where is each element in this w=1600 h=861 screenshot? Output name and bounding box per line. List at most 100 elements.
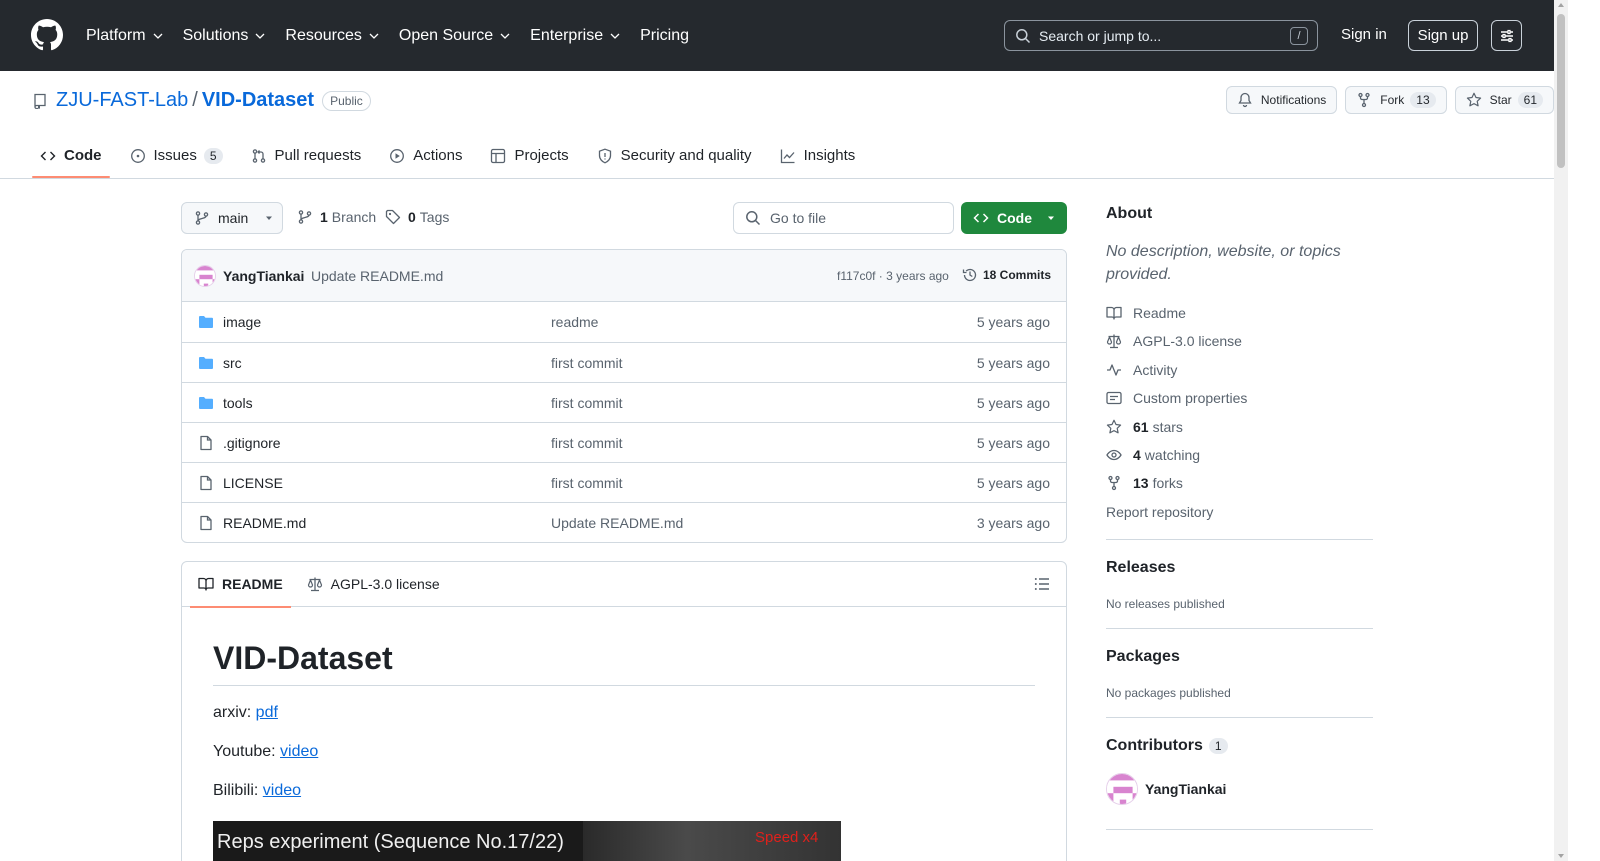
packages-empty: No packages published [1106, 686, 1231, 700]
nav-solutions[interactable]: Solutions [183, 27, 267, 45]
list-icon[interactable] [1034, 576, 1050, 592]
branches-link[interactable]: 1 Branch [297, 209, 376, 225]
branch-selector[interactable]: main [181, 202, 283, 234]
custom-properties-link[interactable]: Custom properties [1106, 390, 1247, 406]
search-input[interactable]: Search or jump to... / [1004, 20, 1318, 51]
bilibili-video-link[interactable]: video [263, 782, 301, 799]
tag-label: Tags [419, 209, 450, 225]
avatar[interactable] [1106, 773, 1138, 805]
readme-title: VID-Dataset [213, 640, 1035, 686]
graph-icon [780, 149, 795, 163]
file-name[interactable]: LICENSE [223, 475, 283, 491]
tab-readme[interactable]: README [190, 562, 291, 608]
avatar[interactable] [194, 265, 216, 287]
watching-link[interactable]: 4 watching [1106, 447, 1200, 463]
commit-hash-time[interactable]: f117c0f · 3 years ago [837, 269, 949, 283]
readme-image[interactable]: Reps experiment (Sequence No.17/22) Spee… [213, 821, 841, 861]
file-date: 3 years ago [976, 515, 1050, 531]
file-name[interactable]: .gitignore [223, 435, 281, 451]
file-commit-message[interactable]: readme [551, 314, 598, 330]
tab-issues[interactable]: Issues 5 [122, 133, 231, 178]
file-name[interactable]: README.md [223, 515, 306, 531]
repo-tabs: Code Issues 5 Pull requests Actions Proj… [32, 133, 875, 178]
tab-license[interactable]: AGPL-3.0 license [299, 562, 448, 607]
scrollbar[interactable] [1554, 0, 1568, 861]
issue-icon [130, 148, 145, 163]
file-row[interactable]: LICENSE first commit 5 years ago [182, 462, 1066, 502]
readme-link[interactable]: Readme [1106, 305, 1186, 321]
commit-message[interactable]: Update README.md [311, 268, 443, 284]
repo-owner-link[interactable]: ZJU-FAST-Lab [56, 89, 188, 112]
sign-up-button[interactable]: Sign up [1408, 20, 1478, 51]
tab-code[interactable]: Code [32, 133, 110, 178]
folder-icon [199, 316, 213, 328]
contributor-name[interactable]: YangTiankai [1145, 781, 1226, 797]
latest-commit-bar: YangTiankai Update README.md f117c0f · 3… [182, 250, 1066, 302]
star-button[interactable]: Star 61 [1454, 86, 1554, 114]
packages-heading[interactable]: Packages [1106, 648, 1180, 666]
line-label: Youtube: [213, 743, 281, 760]
fork-icon [1108, 475, 1120, 491]
scroll-down-arrow-icon[interactable] [1558, 854, 1564, 858]
tags-link[interactable]: 0 Tags [385, 209, 449, 225]
file-date: 5 years ago [976, 355, 1050, 371]
file-commit-message[interactable]: first commit [551, 475, 623, 491]
file-row[interactable]: tools first commit 5 years ago [182, 382, 1066, 422]
github-logo-icon[interactable] [31, 19, 63, 51]
menu-button[interactable] [1491, 20, 1522, 51]
tab-projects[interactable]: Projects [482, 133, 576, 178]
file-commit-message[interactable]: first commit [551, 395, 623, 411]
report-repository-link[interactable]: Report repository [1106, 504, 1213, 520]
file-date: 5 years ago [976, 395, 1050, 411]
tab-security[interactable]: Security and quality [589, 133, 760, 178]
readme-line-youtube: Youtube: video [213, 743, 1035, 764]
go-to-file-input[interactable]: Go to file [733, 202, 954, 234]
about-heading: About [1106, 205, 1153, 222]
custom-properties-label: Custom properties [1133, 390, 1248, 406]
folder-icon [199, 397, 213, 409]
chevron-down-icon [255, 33, 265, 39]
readme-panel: README AGPL-3.0 license VID-Dataset arxi… [181, 561, 1067, 861]
branch-label: Branch [331, 209, 377, 225]
activity-link[interactable]: Activity [1106, 362, 1177, 378]
stars-label: stars [1152, 419, 1183, 435]
file-name[interactable]: image [223, 314, 261, 330]
commits-link[interactable]: 18 Commits [962, 267, 1051, 283]
tab-pull-requests[interactable]: Pull requests [243, 133, 370, 178]
nav-pricing[interactable]: Pricing [640, 27, 689, 45]
repo-name-link[interactable]: VID-Dataset [202, 89, 314, 112]
releases-heading[interactable]: Releases [1106, 559, 1175, 577]
stars-link[interactable]: 61 stars [1106, 419, 1183, 435]
pdf-link[interactable]: pdf [256, 704, 278, 721]
nav-platform[interactable]: Platform [86, 27, 164, 45]
code-dropdown-button[interactable]: Code [961, 202, 1067, 234]
nav-open-source[interactable]: Open Source [399, 27, 511, 45]
file-commit-message[interactable]: Update README.md [551, 515, 683, 531]
file-row[interactable]: .gitignore first commit 5 years ago [182, 422, 1066, 462]
contributors-heading[interactable]: Contributors 1 [1106, 737, 1228, 755]
youtube-video-link[interactable]: video [280, 743, 318, 760]
tab-insights[interactable]: Insights [772, 133, 864, 178]
file-name[interactable]: tools [223, 395, 253, 411]
file-row[interactable]: src first commit 5 years ago [182, 342, 1066, 382]
file-row[interactable]: image readme 5 years ago [182, 302, 1066, 342]
tab-actions[interactable]: Actions [381, 133, 470, 178]
commit-author[interactable]: YangTiankai [223, 268, 304, 284]
nav-resources[interactable]: Resources [285, 27, 379, 45]
file-table: YangTiankai Update README.md f117c0f · 3… [181, 249, 1067, 543]
forks-link[interactable]: 13 forks [1106, 475, 1183, 491]
nav-enterprise[interactable]: Enterprise [530, 27, 621, 45]
scroll-up-arrow-icon[interactable] [1558, 3, 1564, 7]
file-name[interactable]: src [223, 355, 242, 371]
scrollbar-thumb[interactable] [1557, 14, 1565, 168]
fork-button[interactable]: Fork 13 [1345, 86, 1447, 114]
file-commit-message[interactable]: first commit [551, 355, 623, 371]
license-link[interactable]: AGPL-3.0 license [1106, 333, 1242, 349]
notifications-button[interactable]: Notifications [1225, 86, 1338, 114]
sign-in-link[interactable]: Sign in [1341, 26, 1387, 43]
nav-label: Pricing [640, 26, 689, 44]
file-row[interactable]: README.md Update README.md 3 years ago [182, 502, 1066, 542]
star-icon [1106, 419, 1122, 434]
file-commit-message[interactable]: first commit [551, 435, 623, 451]
sidebar-divider [1106, 628, 1373, 629]
